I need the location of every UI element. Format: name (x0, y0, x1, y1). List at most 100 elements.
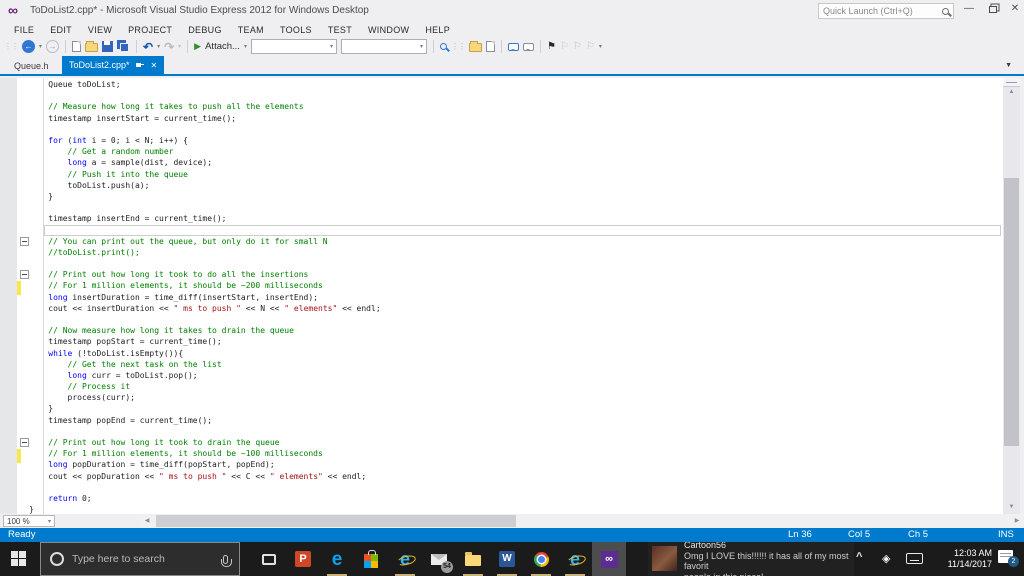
editor-zoom-dropdown[interactable]: 100 % ▾ (3, 515, 55, 527)
start-button[interactable] (11, 551, 26, 566)
redo-button[interactable]: ↷ (164, 41, 174, 53)
code-line[interactable]: // Print out how long it took to do all … (29, 269, 381, 280)
scroll-down-icon[interactable]: ▼ (1003, 504, 1020, 510)
scroll-up-icon[interactable]: ▲ (1003, 89, 1020, 95)
quick-launch-input[interactable]: Quick Launch (Ctrl+Q) (818, 3, 954, 19)
menu-edit[interactable]: EDIT (42, 25, 80, 35)
code-line[interactable]: // Now measure how long it takes to drai… (29, 325, 381, 336)
new-folder-icon[interactable] (469, 43, 482, 52)
vertical-scrollbar[interactable]: ▲ ▼ (1003, 78, 1020, 514)
restore-button[interactable] (982, 0, 1004, 18)
pin-tab-icon[interactable] (136, 61, 145, 70)
save-button[interactable] (102, 41, 113, 52)
code-line[interactable]: long popDuration = time_diff(popStart, p… (29, 459, 381, 470)
start-debug-icon[interactable]: ▶ (194, 41, 201, 52)
code-line[interactable]: // Get the next task on the list (29, 359, 381, 370)
menu-tools[interactable]: TOOLS (272, 25, 320, 35)
code-line[interactable] (29, 482, 381, 493)
taskbar-search-input[interactable]: Type here to search (40, 542, 240, 576)
attach-button[interactable]: Attach... (205, 41, 240, 52)
toolbar-grip[interactable]: ⋮⋮ (451, 42, 465, 51)
minimize-button[interactable]: — (958, 0, 980, 18)
scroll-left-icon[interactable]: ◀ (140, 514, 154, 528)
code-line[interactable]: timestamp popEnd = current_time(); (29, 415, 381, 426)
internet-explorer-icon[interactable]: e (388, 542, 422, 576)
navigate-forward-button[interactable]: → (46, 40, 59, 53)
code-line[interactable]: process(curr); (29, 392, 381, 403)
undo-dropdown-icon[interactable]: ▾ (157, 43, 160, 50)
internet-explorer-2-icon[interactable]: e (558, 542, 592, 576)
code-line[interactable] (29, 202, 381, 213)
open-file-icon[interactable] (85, 43, 98, 52)
action-center-icon[interactable]: 2 (998, 550, 1013, 563)
code-line[interactable]: // For 1 million elements, it should be … (29, 280, 381, 291)
undo-button[interactable]: ↶ (143, 41, 153, 53)
notification-toast[interactable]: Cartoon56 Omg I LOVE this!!!!!! it has a… (648, 542, 854, 576)
code-line[interactable]: timestamp insertStart = current_time(); (29, 113, 381, 124)
visual-studio-icon[interactable]: ∞ (592, 542, 626, 576)
code-line[interactable] (29, 258, 381, 269)
mail-icon[interactable]: 54 (422, 542, 456, 576)
uncomment-selection-icon[interactable] (523, 43, 534, 51)
collapse-region-icon[interactable] (20, 438, 29, 447)
code-line[interactable]: // Push it into the queue (29, 169, 381, 180)
find-in-files-icon[interactable] (440, 43, 447, 50)
word-icon[interactable]: W (490, 542, 524, 576)
properties-icon[interactable] (486, 41, 495, 52)
menu-window[interactable]: WINDOW (360, 25, 417, 35)
file-explorer-icon[interactable] (456, 542, 490, 576)
code-line[interactable]: // Get a random number (29, 146, 381, 157)
powerpoint-icon[interactable]: P (286, 542, 320, 576)
horizontal-scrollbar[interactable]: ◀ ▶ (140, 514, 1024, 528)
vertical-scrollbar-thumb[interactable] (1004, 178, 1019, 446)
chrome-icon[interactable] (524, 542, 558, 576)
tray-expand-icon[interactable]: ^ (856, 551, 862, 563)
code-line[interactable]: // Print out how long it took to drain t… (29, 437, 381, 448)
toolbar-grip[interactable]: ⋮⋮ (4, 42, 18, 51)
clock[interactable]: 12:03 AM 11/14/2017 (934, 548, 992, 570)
close-button[interactable]: ✕ (1004, 0, 1024, 18)
menu-project[interactable]: PROJECT (120, 25, 180, 35)
touch-keyboard-icon[interactable] (906, 553, 923, 564)
menu-help[interactable]: HELP (417, 25, 458, 35)
menu-test[interactable]: TEST (320, 25, 360, 35)
code-line[interactable]: while (!toDoList.isEmpty()){ (29, 348, 381, 359)
code-line[interactable]: Queue toDoList; (29, 79, 381, 90)
new-file-icon[interactable] (72, 41, 81, 52)
split-editor-handle[interactable] (1003, 78, 1020, 87)
breakpoint-margin[interactable] (0, 78, 17, 514)
scroll-right-icon[interactable]: ▶ (1010, 514, 1024, 528)
code-line[interactable] (29, 314, 381, 325)
task-view-icon[interactable] (252, 542, 286, 576)
comment-selection-icon[interactable] (508, 43, 519, 51)
collapse-region-icon[interactable] (20, 237, 29, 246)
tab-queue-h[interactable]: Queue.h (4, 58, 59, 74)
code-line[interactable]: long a = sample(dist, device); (29, 157, 381, 168)
dropbox-icon[interactable]: ◈ (882, 552, 890, 565)
code-text[interactable]: Queue toDoList; // Measure how long it t… (29, 79, 381, 514)
code-line[interactable]: // Process it (29, 381, 381, 392)
code-line[interactable]: toDoList.push(a); (29, 180, 381, 191)
code-editor[interactable]: Queue toDoList; // Measure how long it t… (0, 78, 1003, 514)
code-line[interactable]: // You can print out the queue, but only… (29, 236, 381, 247)
code-line[interactable]: long insertDuration = time_diff(insertSt… (29, 292, 381, 303)
store-icon[interactable] (354, 542, 388, 576)
code-line[interactable]: cout << popDuration << " ms to push " <<… (29, 471, 381, 482)
close-tab-icon[interactable]: ✕ (151, 61, 158, 70)
menu-view[interactable]: VIEW (80, 25, 120, 35)
code-line[interactable]: timestamp insertEnd = current_time(); (29, 213, 381, 224)
code-line[interactable]: } (29, 504, 381, 514)
code-line[interactable]: return 0; (29, 493, 381, 504)
code-line[interactable] (29, 90, 381, 101)
collapse-region-icon[interactable] (20, 270, 29, 279)
code-line[interactable]: // Measure how long it takes to push all… (29, 101, 381, 112)
debug-target-dropdown[interactable]: ▾ (251, 39, 337, 54)
tab-todolist2-cpp[interactable]: ToDoList2.cpp* ✕ (62, 56, 164, 74)
code-line[interactable] (29, 426, 381, 437)
toggle-bookmark-icon[interactable]: ⚑ (547, 42, 556, 52)
code-line[interactable]: //toDoList.print(); (29, 247, 381, 258)
document-list-dropdown-icon[interactable]: ▼ (1005, 62, 1012, 69)
microphone-icon[interactable] (223, 555, 228, 564)
toolbar-overflow-icon[interactable]: ▾ (599, 43, 602, 50)
code-line[interactable] (29, 124, 381, 135)
